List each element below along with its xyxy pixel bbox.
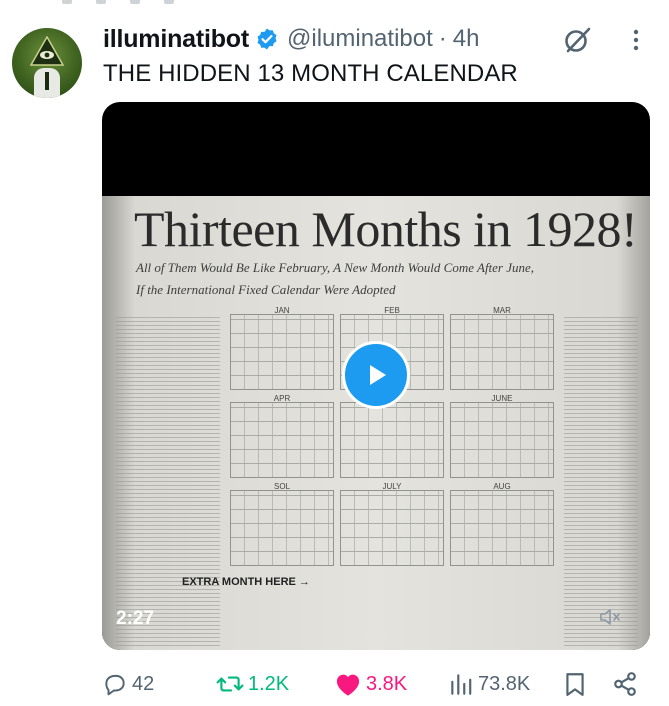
author-handle[interactable]: @iluminatibot — [287, 25, 433, 53]
separator-dot: · — [438, 25, 447, 52]
reply-icon — [105, 674, 125, 696]
play-button[interactable] — [342, 341, 410, 409]
timestamp[interactable]: 4h — [453, 25, 480, 53]
grok-icon[interactable] — [562, 24, 594, 56]
month-label: JUNE — [491, 394, 513, 403]
avatar[interactable] — [12, 28, 82, 98]
like-count: 3.8K — [366, 672, 408, 695]
tweet-header: illuminatibot @iluminatibot · 4h — [103, 24, 479, 54]
views-button[interactable]: 73.8K — [448, 664, 530, 704]
views-icon — [451, 674, 472, 695]
month-label: MAR — [493, 306, 511, 315]
bookmark-button[interactable] — [563, 664, 591, 704]
newspaper-column-right — [564, 316, 638, 646]
action-bar: 42 1.2K 3.8K 73.8K — [0, 664, 669, 704]
previous-tweet-edge — [0, 0, 669, 8]
like-button[interactable]: 3.8K — [334, 664, 407, 704]
newspaper-subtitle-1: All of Them Would Be Like February, A Ne… — [136, 260, 535, 275]
retweet-count: 1.2K — [248, 672, 290, 695]
video-duration: 2:27 — [116, 608, 155, 629]
month-label: FEB — [384, 306, 400, 315]
verified-badge-icon — [255, 27, 279, 51]
extra-month-note: EXTRA MONTH HERE → — [182, 576, 310, 588]
month-label: AUG — [493, 482, 511, 491]
month-label: SOL — [273, 482, 290, 491]
views-count: 73.8K — [478, 672, 531, 695]
month-label: JAN — [274, 306, 290, 315]
retweet-icon — [216, 676, 244, 692]
video-player[interactable]: Thirteen Months in 1928! All of Them Wou… — [102, 102, 650, 650]
month-label: APR — [273, 394, 291, 403]
month-label: JULY — [382, 482, 402, 491]
more-icon[interactable] — [624, 26, 648, 54]
video-thumbnail[interactable]: Thirteen Months in 1928! All of Them Wou… — [102, 196, 650, 650]
newspaper-headline: Thirteen Months in 1928! — [134, 201, 638, 257]
newspaper-column-left — [116, 316, 220, 646]
retweet-button[interactable]: 1.2K — [216, 664, 289, 704]
share-icon — [614, 672, 636, 696]
bookmark-icon — [566, 673, 584, 696]
play-icon — [370, 365, 386, 385]
share-button[interactable] — [612, 664, 642, 704]
newspaper-subtitle-2: If the International Fixed Calendar Were… — [136, 282, 396, 297]
author-name[interactable]: illuminatibot — [103, 25, 249, 54]
pyramid-eye-icon — [30, 36, 64, 66]
tweet-text: THE HIDDEN 13 MONTH CALENDAR — [103, 60, 518, 87]
like-icon — [336, 674, 360, 696]
reply-button[interactable]: 42 — [102, 664, 154, 704]
mute-icon[interactable] — [598, 605, 622, 629]
reply-count: 42 — [132, 672, 155, 695]
extra-month-text: EXTRA MONTH HERE — [182, 576, 296, 588]
